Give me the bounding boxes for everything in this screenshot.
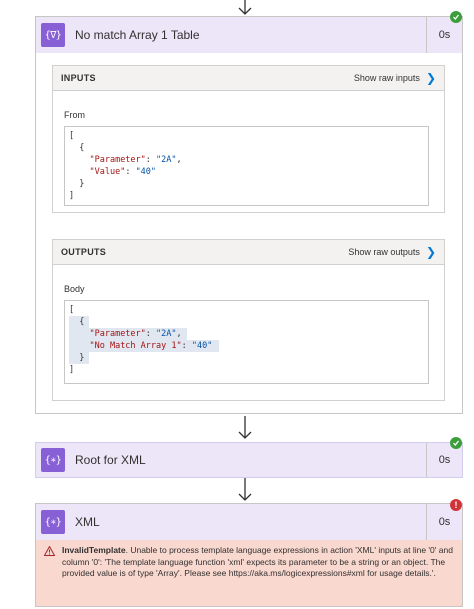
- inputs-section: INPUTS Show raw inputs ❯ From [ { "Param…: [52, 65, 445, 213]
- code-line: "No Match Array 1": "40": [69, 340, 219, 352]
- code-line: ]: [69, 365, 75, 375]
- body-label: Body: [64, 284, 85, 294]
- body-code-block: [ { "Parameter": "2A", "No Match Array 1…: [64, 300, 429, 384]
- outputs-header: OUTPUTS Show raw outputs ❯: [53, 240, 444, 265]
- flow-arrow: [238, 0, 252, 16]
- action-card-no-match: {∇} No match Array 1 Table 0s INPUTS Sho…: [35, 16, 463, 414]
- action-header[interactable]: {∇} No match Array 1 Table 0s: [36, 17, 462, 53]
- code-line: }: [69, 352, 89, 364]
- show-raw-inputs-link[interactable]: Show raw inputs ❯: [354, 71, 436, 85]
- show-raw-outputs-link[interactable]: Show raw outputs ❯: [348, 245, 436, 259]
- code-line: ]: [69, 191, 75, 201]
- code-line: [: [69, 131, 75, 141]
- success-icon: [450, 437, 462, 449]
- warning-icon: [43, 545, 56, 560]
- from-code-block: [ { "Parameter": "2A", "Value": "40" } ]: [64, 126, 429, 206]
- error-message-box: InvalidTemplate. Unable to process templ…: [36, 540, 462, 606]
- flow-arrow: [238, 416, 252, 440]
- code-line: "Value": "40": [89, 167, 157, 177]
- error-title: InvalidTemplate: [62, 545, 126, 555]
- action-card-xml: {∗} XML 0s InvalidTemplate. Unable to pr…: [35, 503, 463, 607]
- action-title: Root for XML: [75, 453, 146, 467]
- code-line: "Parameter": "2A",: [69, 328, 187, 340]
- outputs-section: OUTPUTS Show raw outputs ❯ Body [ { "Par…: [52, 239, 445, 401]
- action-card-root-for-xml: {∗} Root for XML 0s: [35, 442, 463, 478]
- show-raw-outputs-label: Show raw outputs: [348, 247, 420, 257]
- from-label: From: [64, 110, 85, 120]
- code-line: {: [69, 143, 85, 153]
- flow-arrow: [238, 478, 252, 502]
- code-line: [: [69, 305, 75, 315]
- chevron-right-icon: ❯: [425, 71, 436, 85]
- action-header[interactable]: {∗} XML 0s: [36, 504, 462, 540]
- action-title: No match Array 1 Table: [75, 28, 200, 42]
- code-line: "Parameter": "2A",: [89, 155, 182, 165]
- show-raw-inputs-label: Show raw inputs: [353, 73, 420, 83]
- code-line: }: [69, 179, 85, 189]
- success-icon: [450, 11, 462, 23]
- inputs-label: INPUTS: [61, 73, 96, 83]
- chevron-right-icon: ❯: [425, 245, 436, 259]
- action-title: XML: [75, 515, 100, 529]
- outputs-label: OUTPUTS: [61, 247, 107, 257]
- action-header[interactable]: {∗} Root for XML 0s: [35, 442, 463, 478]
- inputs-header: INPUTS Show raw inputs ❯: [53, 66, 444, 91]
- curly-braces-icon: {∗}: [41, 448, 65, 472]
- error-icon: !: [450, 499, 462, 511]
- curly-braces-icon: {∗}: [41, 510, 65, 534]
- curly-braces-icon: {∇}: [41, 23, 65, 47]
- code-line: {: [69, 316, 89, 328]
